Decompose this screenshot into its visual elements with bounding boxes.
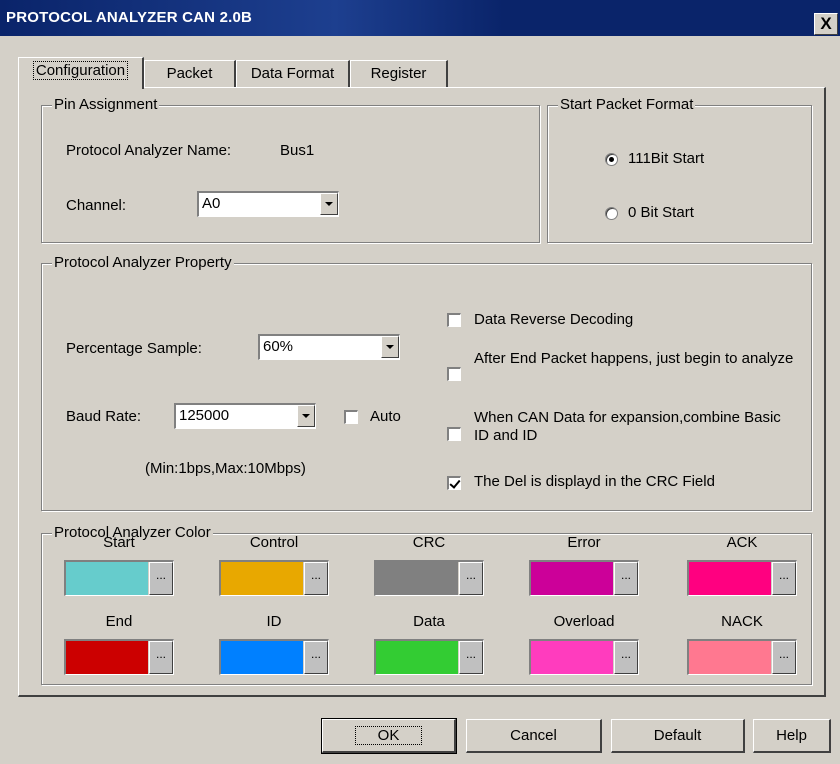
percentage-dropdown-arrow-icon[interactable] <box>381 336 399 358</box>
radio-111bit-start-label: 111Bit Start <box>628 150 705 167</box>
start-packet-format-legend: Start Packet Format <box>558 96 696 114</box>
cancel-button-label: Cancel <box>510 727 557 744</box>
color-picker-button-error[interactable]: ... <box>614 562 638 595</box>
channel-dropdown-arrow-icon[interactable] <box>320 193 338 215</box>
color-swatch-start[interactable]: ... <box>64 560 174 596</box>
color-picker-button-end[interactable]: ... <box>149 641 173 674</box>
color-label-id: ID <box>266 613 282 630</box>
del-crc-field-label: The Del is displayd in the CRC Field <box>474 473 715 490</box>
color-picker-button-crc[interactable]: ... <box>459 562 483 595</box>
cancel-button[interactable]: Cancel <box>466 719 602 753</box>
color-picker-button-data[interactable]: ... <box>459 641 483 674</box>
color-picker-button-overload[interactable]: ... <box>614 641 638 674</box>
color-picker-button-ack[interactable]: ... <box>772 562 796 595</box>
channel-select-value: A0 <box>202 195 221 212</box>
start-packet-format-group: Start Packet Format 111Bit Start 0 Bit S… <box>547 96 812 243</box>
color-swatch-data[interactable]: ... <box>374 639 484 675</box>
ok-button-label: OK <box>354 726 423 745</box>
combine-id-checkbox[interactable] <box>447 427 461 441</box>
baud-rate-value: 125000 <box>179 407 230 424</box>
color-swatch-overload[interactable]: ... <box>529 639 639 675</box>
tab-packet[interactable]: Packet <box>144 60 236 88</box>
color-fill-nack[interactable] <box>689 641 771 674</box>
color-swatch-control[interactable]: ... <box>219 560 329 596</box>
radio-0bit-start-label: 0 Bit Start <box>628 204 694 221</box>
color-picker-button-start[interactable]: ... <box>149 562 173 595</box>
radio-0bit-start[interactable] <box>605 207 618 220</box>
tab-register-label: Register <box>370 65 427 82</box>
configuration-panel: Pin Assignment Protocol Analyzer Name: B… <box>18 87 826 697</box>
tab-configuration-label: Configuration <box>32 61 129 80</box>
color-label-overload: Overload <box>553 613 615 630</box>
color-fill-id[interactable] <box>221 641 303 674</box>
help-button[interactable]: Help <box>753 719 831 753</box>
tab-configuration[interactable]: Configuration <box>18 57 144 89</box>
color-swatch-nack[interactable]: ... <box>687 639 797 675</box>
color-label-crc: CRC <box>412 534 446 551</box>
help-button-label: Help <box>776 727 807 744</box>
color-fill-ack[interactable] <box>689 562 771 595</box>
color-label-end: End <box>105 613 133 630</box>
after-end-packet-checkbox[interactable] <box>447 367 461 381</box>
color-swatch-ack[interactable]: ... <box>687 560 797 596</box>
after-end-packet-label: After End Packet happens, just begin to … <box>474 350 794 367</box>
color-picker-button-id[interactable]: ... <box>304 641 328 674</box>
combine-id-label: When CAN Data for expansion,combine Basi… <box>474 409 781 444</box>
data-reverse-decoding-label: Data Reverse Decoding <box>474 311 634 328</box>
data-reverse-decoding-checkbox[interactable] <box>447 313 461 327</box>
radio-111bit-start[interactable] <box>605 153 618 166</box>
analyzer-name-value: Bus1 <box>280 142 315 159</box>
property-legend: Protocol Analyzer Property <box>52 254 234 272</box>
color-label-data: Data <box>413 613 445 630</box>
window-title: PROTOCOL ANALYZER CAN 2.0B <box>6 9 253 26</box>
percentage-sample-value: 60% <box>263 338 294 355</box>
color-label-start: Start <box>103 534 135 551</box>
color-label-control: Control <box>249 534 299 551</box>
tab-register[interactable]: Register <box>350 60 448 88</box>
baud-range-note: (Min:1bps,Max:10Mbps) <box>145 460 306 477</box>
color-swatch-id[interactable]: ... <box>219 639 329 675</box>
tab-data-format[interactable]: Data Format <box>236 60 350 88</box>
pin-assignment-group: Pin Assignment Protocol Analyzer Name: B… <box>41 96 540 243</box>
channel-select[interactable]: A0 <box>197 191 339 217</box>
channel-label: Channel: <box>66 197 127 214</box>
color-swatch-error[interactable]: ... <box>529 560 639 596</box>
color-swatch-end[interactable]: ... <box>64 639 174 675</box>
tab-packet-label: Packet <box>166 65 213 82</box>
baud-rate-label: Baud Rate: <box>66 408 142 425</box>
default-button[interactable]: Default <box>611 719 745 753</box>
color-picker-button-control[interactable]: ... <box>304 562 328 595</box>
percentage-sample-label: Percentage Sample: <box>66 340 202 357</box>
color-label-ack: ACK <box>726 534 758 551</box>
color-fill-error[interactable] <box>531 562 613 595</box>
color-fill-control[interactable] <box>221 562 303 595</box>
color-label-error: Error <box>567 534 601 551</box>
baud-rate-select[interactable]: 125000 <box>174 403 316 429</box>
color-fill-data[interactable] <box>376 641 458 674</box>
del-crc-field-checkbox[interactable] <box>447 476 461 490</box>
tab-data-format-label: Data Format <box>250 65 335 82</box>
color-fill-crc[interactable] <box>376 562 458 595</box>
pin-assignment-legend: Pin Assignment <box>52 96 160 114</box>
property-group: Protocol Analyzer Property Percentage Sa… <box>41 254 812 511</box>
color-picker-button-nack[interactable]: ... <box>772 641 796 674</box>
color-label-nack: NACK <box>721 613 763 630</box>
analyzer-name-label: Protocol Analyzer Name: <box>66 142 232 159</box>
baud-rate-dropdown-arrow-icon[interactable] <box>297 405 315 427</box>
close-button[interactable]: X <box>814 13 838 35</box>
percentage-sample-select[interactable]: 60% <box>258 334 400 360</box>
default-button-label: Default <box>653 727 702 744</box>
auto-checkbox[interactable] <box>344 410 358 424</box>
color-swatch-crc[interactable]: ... <box>374 560 484 596</box>
color-fill-overload[interactable] <box>531 641 613 674</box>
auto-checkbox-label: Auto <box>370 408 401 425</box>
title-bar: PROTOCOL ANALYZER CAN 2.0B X <box>0 0 840 36</box>
color-fill-end[interactable] <box>66 641 148 674</box>
ok-button[interactable]: OK <box>321 718 457 754</box>
color-fill-start[interactable] <box>66 562 148 595</box>
color-group: Protocol Analyzer Color Start... Control.… <box>41 524 812 685</box>
